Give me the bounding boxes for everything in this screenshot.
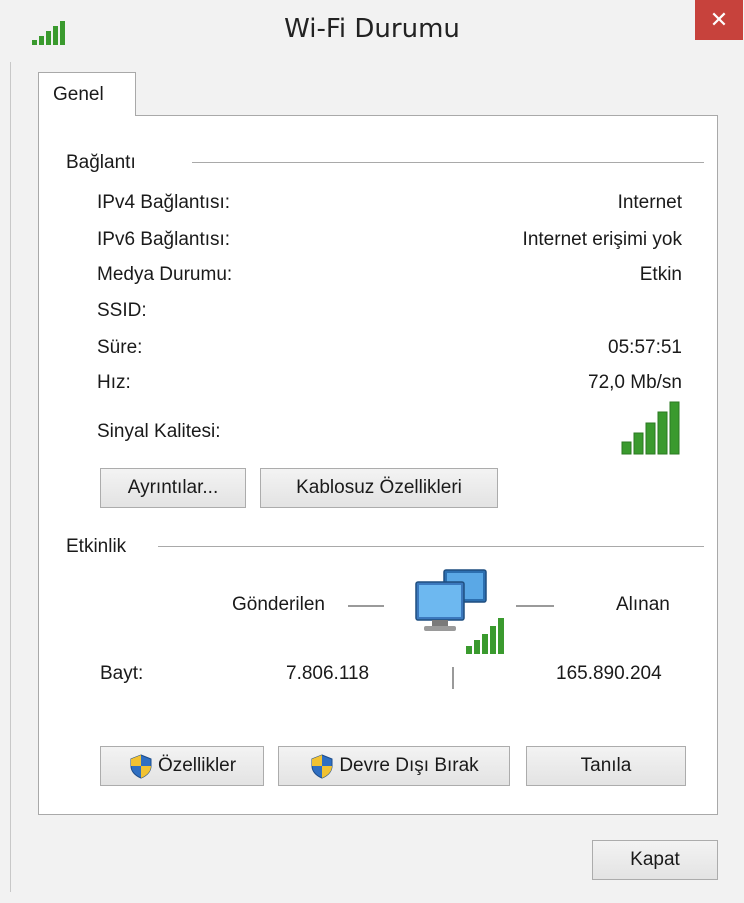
uac-shield-icon (130, 754, 152, 779)
ssid-label: SSID: (97, 300, 147, 321)
connection-group-divider (192, 162, 704, 163)
activity-group-label: Etkinlik (66, 536, 135, 558)
duration-label: Süre: (97, 337, 143, 358)
speed-value: 72,0 Mb/sn (588, 372, 682, 393)
close-button[interactable]: Kapat (592, 840, 718, 880)
media-state-label: Medya Durumu: (97, 264, 233, 285)
speed-label: Hız: (97, 372, 131, 393)
signal-strength-icon (621, 401, 680, 455)
network-computers-icon (415, 569, 504, 654)
properties-button[interactable]: Özellikler (100, 746, 264, 786)
duration-value: 05:57:51 (608, 337, 682, 358)
bytes-received-value: 165.890.204 (556, 663, 662, 684)
bytes-sent-value: 7.806.118 (286, 663, 370, 684)
activity-divider (452, 667, 454, 689)
wireless-properties-button[interactable]: Kablosuz Özellikleri (260, 468, 498, 508)
media-state-value: Etkin (639, 264, 682, 285)
details-button[interactable]: Ayrıntılar... (100, 468, 246, 508)
window-edge (10, 62, 11, 892)
sent-label: Gönderilen (232, 594, 325, 615)
close-icon: ✕ (709, 7, 729, 32)
ipv6-label: IPv6 Bağlantısı: (97, 229, 231, 250)
tab-panel (38, 115, 718, 815)
activity-group-divider (158, 546, 704, 547)
received-dash (516, 605, 554, 607)
tab-genel[interactable]: Genel (38, 72, 136, 116)
wifi-status-window: Wi-Fi Durumu ✕ Genel Bağlantı IPv4 Bağla… (0, 0, 744, 903)
received-label: Alınan (616, 594, 670, 615)
diagnose-button[interactable]: Tanıla (526, 746, 686, 786)
ipv6-value: Internet erişimi yok (522, 229, 682, 250)
sent-dash (348, 605, 384, 607)
window-title: Wi-Fi Durumu (284, 14, 460, 44)
bytes-label: Bayt: (100, 663, 144, 684)
disable-button[interactable]: Devre Dışı Bırak (278, 746, 510, 786)
signal-quality-label: Sinyal Kalitesi: (97, 421, 221, 442)
uac-shield-icon (311, 754, 333, 779)
close-window-button[interactable]: ✕ (695, 0, 743, 40)
disable-button-label: Devre Dışı Bırak (339, 755, 479, 776)
ipv4-value: Internet (617, 192, 682, 213)
connection-group-label: Bağlantı (66, 152, 144, 174)
title-bar: Wi-Fi Durumu ✕ (0, 0, 744, 62)
ipv4-label: IPv4 Bağlantısı: (97, 192, 231, 213)
properties-button-label: Özellikler (157, 755, 237, 776)
